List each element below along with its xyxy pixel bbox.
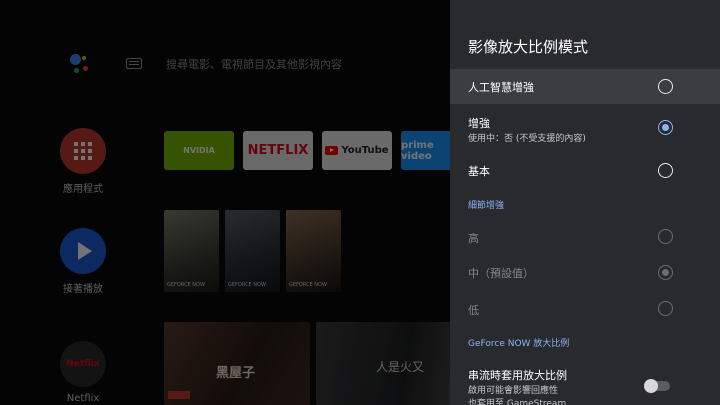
radio-unchecked-icon[interactable] xyxy=(658,301,673,316)
option-description: 啟用可能會影響回應性 xyxy=(468,386,559,396)
settings-panel: 影像放大比例模式 人工智慧增強 增強 使用中：否 (不受支援的內容) 基本 細節… xyxy=(450,0,720,405)
radio-unchecked-icon[interactable] xyxy=(658,79,673,94)
app-tile-youtube[interactable]: YouTube xyxy=(322,131,392,170)
option-description: 也套用至 GameStream xyxy=(468,399,567,405)
option-detail-medium[interactable]: 中（預設值） xyxy=(450,258,720,288)
toggle-knob xyxy=(644,379,658,393)
search-hint[interactable]: 搜尋電影、電視節目及其他影視內容 xyxy=(166,56,342,72)
side-item-apps[interactable]: 應用程式 xyxy=(58,128,108,195)
option-enhanced[interactable]: 增強 使用中：否 (不受支援的內容) xyxy=(450,108,720,148)
radio-unchecked-icon[interactable] xyxy=(658,229,673,244)
game-tile[interactable]: GEFORCE NOW xyxy=(225,210,280,292)
app-tile-netflix[interactable]: NETFLIX xyxy=(243,131,313,170)
option-label: 增強 xyxy=(468,117,490,130)
side-item-play-next[interactable]: 接著播放 xyxy=(58,228,108,295)
movies-row: 黑屋子 人是火又 xyxy=(164,322,466,405)
section-header-geforce-now: GeForce NOW 放大比例 xyxy=(468,339,570,349)
option-status: 使用中：否 (不受支援的內容) xyxy=(468,134,586,144)
play-icon xyxy=(60,228,106,274)
google-assistant-icon[interactable] xyxy=(70,54,94,76)
games-row: GEFORCE NOW GEFORCE NOW GEFORCE NOW xyxy=(164,210,341,292)
option-label: 高 xyxy=(468,232,479,245)
option-basic[interactable]: 基本 xyxy=(450,155,720,187)
movie-tile[interactable]: 黑屋子 xyxy=(164,322,310,405)
radio-checked-icon[interactable] xyxy=(658,265,673,280)
option-label: 低 xyxy=(468,304,479,317)
game-tile[interactable]: GEFORCE NOW xyxy=(164,210,219,292)
option-label: 中（預設值） xyxy=(468,267,534,280)
option-label: 基本 xyxy=(468,165,490,178)
option-label: 人工智慧增強 xyxy=(468,81,534,94)
side-item-label: 接著播放 xyxy=(63,284,103,295)
stream-upscaling-toggle[interactable] xyxy=(644,379,670,393)
youtube-play-icon xyxy=(325,146,339,155)
radio-checked-icon[interactable] xyxy=(658,120,673,135)
movie-tile[interactable]: 人是火又 xyxy=(316,322,466,405)
app-tile-nvidia[interactable]: NVIDIA xyxy=(164,131,234,170)
apps-grid-icon xyxy=(60,128,106,174)
game-tile[interactable]: GEFORCE NOW xyxy=(286,210,341,292)
radio-unchecked-icon[interactable] xyxy=(658,163,673,178)
option-label: 串流時套用放大比例 xyxy=(468,369,567,382)
apps-row: NVIDIA NETFLIX YouTube prime video xyxy=(164,131,461,170)
option-detail-low[interactable]: 低 xyxy=(450,294,720,324)
option-ai-enhanced[interactable]: 人工智慧增強 xyxy=(450,69,720,104)
keyboard-icon[interactable] xyxy=(126,58,142,69)
option-stream-upscaling[interactable]: 串流時套用放大比例 啟用可能會影響回應性 也套用至 GameStream xyxy=(450,362,720,405)
netflix-logo-icon: Netflix xyxy=(60,341,106,387)
netflix-badge xyxy=(168,391,190,399)
option-detail-high[interactable]: 高 xyxy=(450,222,720,252)
side-item-label: 應用程式 xyxy=(63,184,103,195)
side-item-netflix[interactable]: Netflix Netflix xyxy=(58,341,108,404)
section-header-detail: 細節增強 xyxy=(468,201,505,211)
side-item-label: Netflix xyxy=(66,393,100,404)
panel-title: 影像放大比例模式 xyxy=(468,38,589,56)
